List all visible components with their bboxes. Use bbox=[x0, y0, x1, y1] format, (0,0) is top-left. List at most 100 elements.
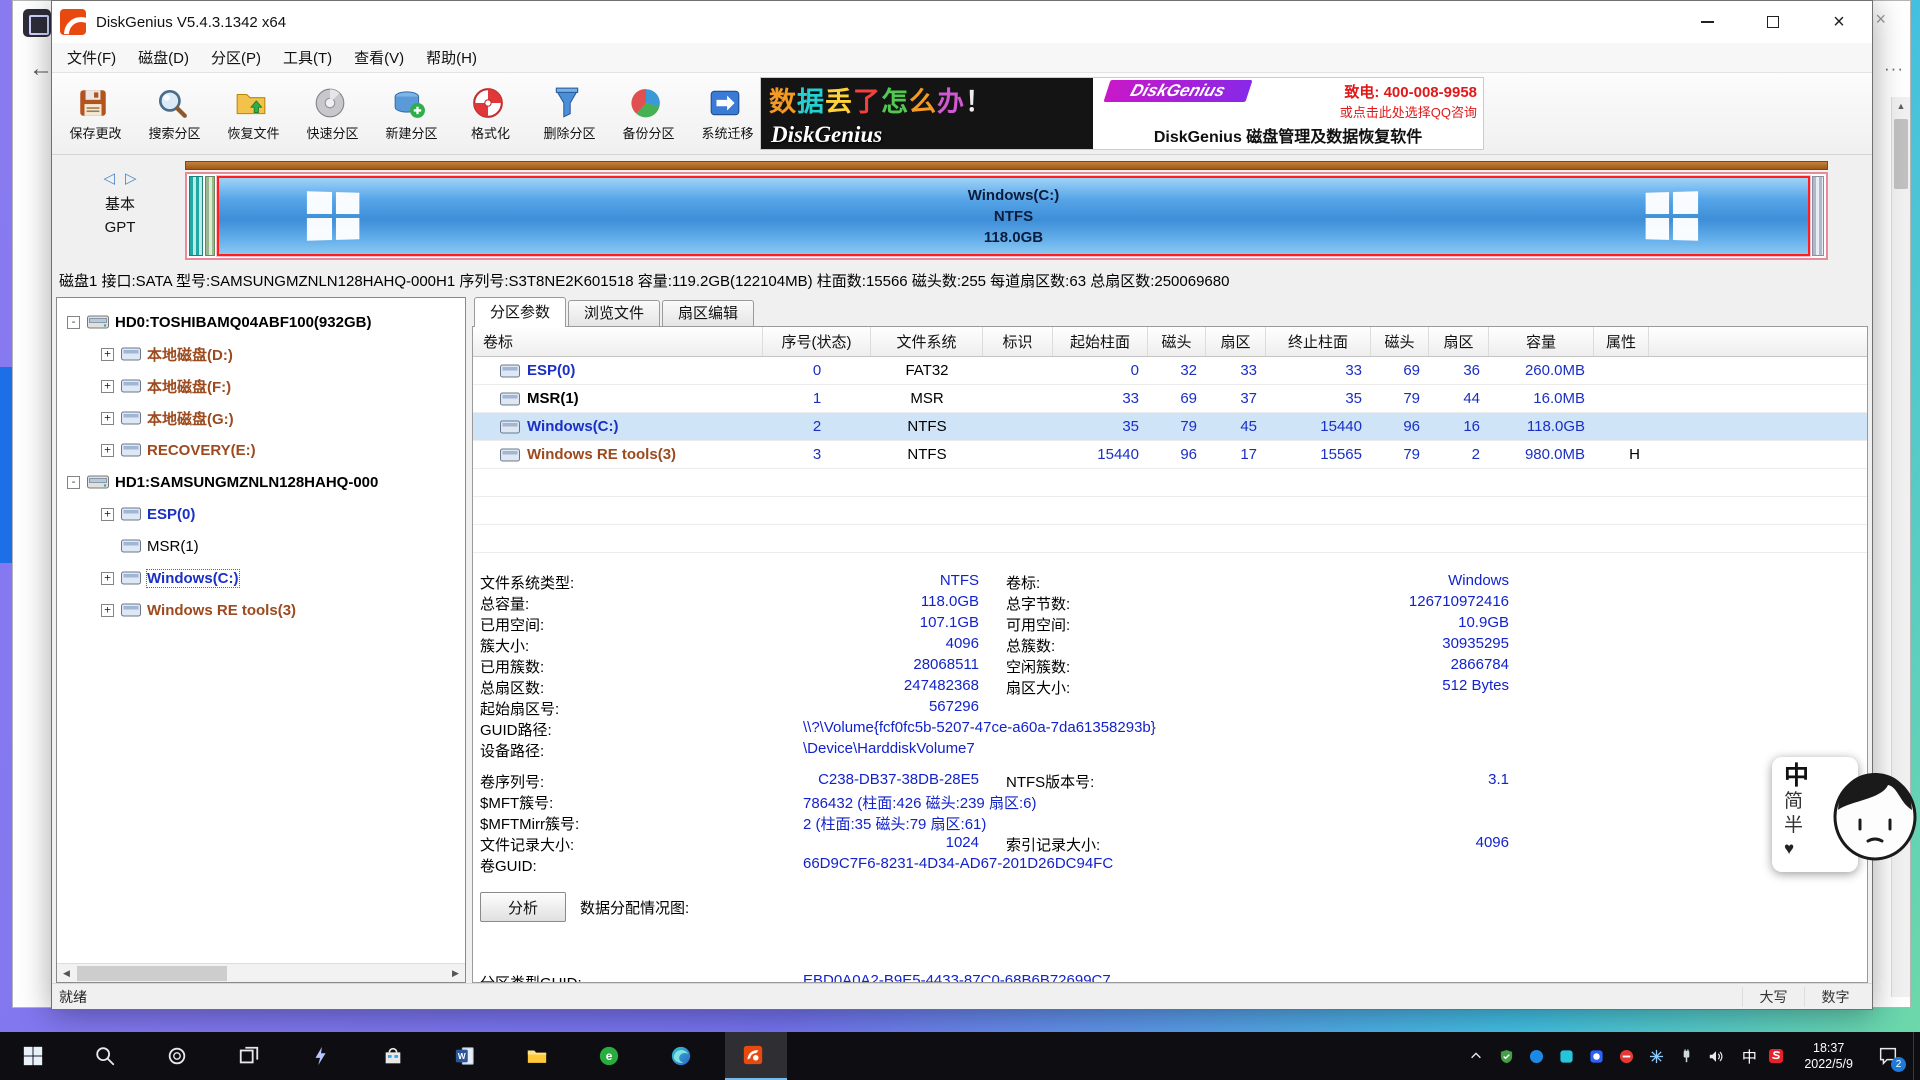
menu-item-2[interactable]: 磁盘(D) bbox=[127, 43, 200, 72]
tray-alert-icon[interactable] bbox=[1614, 1032, 1644, 1080]
browser-more-icon[interactable]: ··· bbox=[1884, 59, 1904, 79]
tree-expander-icon[interactable]: + bbox=[101, 348, 114, 361]
column-header[interactable]: 磁头 bbox=[1148, 327, 1206, 356]
browser-close-icon[interactable]: × bbox=[1875, 9, 1886, 30]
start-button[interactable] bbox=[5, 1032, 67, 1080]
recovery-partition-sliver[interactable] bbox=[1812, 176, 1824, 256]
analyze-button[interactable]: 分析 bbox=[480, 892, 566, 922]
partition-row-0[interactable]: ESP(0)0FAT3203233336936260.0MB bbox=[473, 357, 1867, 385]
edge-button[interactable] bbox=[653, 1032, 715, 1080]
tree-item-6[interactable]: +ESP(0) bbox=[57, 498, 465, 530]
tree-item-8[interactable]: +Windows(C:) bbox=[57, 562, 465, 594]
column-header[interactable]: 扇区 bbox=[1206, 327, 1266, 356]
scroll-right-arrow-icon[interactable]: ▶ bbox=[446, 964, 465, 983]
green-browser-button[interactable]: e bbox=[581, 1032, 643, 1080]
partition-row-1[interactable]: MSR(1)1MSR33693735794416.0MB bbox=[473, 385, 1867, 413]
partition-row-3[interactable]: Windows RE tools(3)3NTFS1544096171556579… bbox=[473, 441, 1867, 469]
ad-qq-link[interactable]: 或点击此处选择QQ咨询 bbox=[1340, 102, 1477, 121]
column-header[interactable]: 磁头 bbox=[1371, 327, 1429, 356]
file-explorer-button[interactable] bbox=[509, 1032, 571, 1080]
show-desktop-button[interactable] bbox=[1913, 1032, 1920, 1080]
column-header[interactable]: 卷标 bbox=[473, 327, 763, 356]
minimize-button[interactable] bbox=[1674, 1, 1740, 43]
scrollbar-up-arrow-icon[interactable]: ▲ bbox=[1892, 97, 1910, 116]
tree-item-0[interactable]: -HD0:TOSHIBAMQ04ABF100(932GB) bbox=[57, 306, 465, 338]
tray-note-icon[interactable] bbox=[1554, 1032, 1584, 1080]
tab-partition-params[interactable]: 分区参数 bbox=[474, 297, 566, 327]
maximize-button[interactable] bbox=[1740, 1, 1806, 43]
column-header[interactable]: 属性 bbox=[1594, 327, 1649, 356]
hidden-icons-chevron[interactable] bbox=[1464, 1032, 1494, 1080]
next-disk-arrow-icon[interactable]: ▷ bbox=[125, 170, 137, 187]
column-header[interactable]: 扇区 bbox=[1429, 327, 1489, 356]
scrollbar-thumb[interactable] bbox=[77, 966, 227, 981]
tree-expander-icon[interactable]: + bbox=[101, 380, 114, 393]
windows-partition-block[interactable]: Windows(C:) NTFS 118.0GB bbox=[217, 176, 1810, 256]
column-header[interactable]: 容量 bbox=[1489, 327, 1594, 356]
toolbar-format-button[interactable]: 格式化 bbox=[451, 77, 530, 151]
prev-disk-arrow-icon[interactable]: ◁ bbox=[103, 170, 115, 187]
volume-icon[interactable] bbox=[1704, 1032, 1734, 1080]
column-header[interactable]: 起始柱面 bbox=[1053, 327, 1148, 356]
cortana-button[interactable] bbox=[149, 1032, 211, 1080]
pinned-app-lightning[interactable] bbox=[293, 1032, 355, 1080]
tab-browse-files[interactable]: 浏览文件 bbox=[568, 300, 660, 327]
toolbar-system-migration-button[interactable]: 系统迁移 bbox=[688, 77, 767, 151]
tree-item-1[interactable]: +本地磁盘(D:) bbox=[57, 338, 465, 370]
menu-item-6[interactable]: 帮助(H) bbox=[415, 43, 488, 72]
toolbar-search-partition-button[interactable]: 搜索分区 bbox=[135, 77, 214, 151]
column-header[interactable]: 序号(状态) bbox=[763, 327, 871, 356]
column-header[interactable]: 标识 bbox=[983, 327, 1053, 356]
scroll-left-arrow-icon[interactable]: ◀ bbox=[57, 964, 76, 983]
tree-item-2[interactable]: +本地磁盘(F:) bbox=[57, 370, 465, 402]
ime-status-widget[interactable]: 中 简 半 ♥ bbox=[1772, 757, 1920, 875]
msr-partition-sliver[interactable] bbox=[205, 176, 215, 256]
menu-item-1[interactable]: 文件(F) bbox=[56, 43, 127, 72]
menu-item-3[interactable]: 分区(P) bbox=[200, 43, 272, 72]
action-center-button[interactable]: 2 bbox=[1863, 1032, 1913, 1080]
toolbar-backup-partition-button[interactable]: 备份分区 bbox=[609, 77, 688, 151]
tree-item-5[interactable]: -HD1:SAMSUNGMZNLN128HAHQ-000 bbox=[57, 466, 465, 498]
tray-messenger-icon[interactable] bbox=[1584, 1032, 1614, 1080]
tray-snowflake-icon[interactable] bbox=[1644, 1032, 1674, 1080]
tree-expander-icon[interactable]: + bbox=[101, 604, 114, 617]
ime-mode-indicator[interactable]: 中 bbox=[1734, 1032, 1764, 1080]
browser-back-icon[interactable]: ← bbox=[29, 55, 53, 83]
disk-partition-map[interactable]: Windows(C:) NTFS 118.0GB bbox=[185, 172, 1828, 260]
column-header[interactable]: 终止柱面 bbox=[1266, 327, 1371, 356]
tree-expander-icon[interactable]: + bbox=[101, 508, 114, 521]
toolbar-recover-files-button[interactable]: 恢复文件 bbox=[214, 77, 293, 151]
taskbar-clock[interactable]: 18:37 2022/5/9 bbox=[1794, 1032, 1863, 1080]
sogou-tray-icon[interactable] bbox=[1764, 1032, 1794, 1080]
tab-sector-edit[interactable]: 扇区编辑 bbox=[662, 300, 754, 327]
store-button[interactable] bbox=[365, 1032, 427, 1080]
toolbar-delete-partition-button[interactable]: 删除分区 bbox=[530, 77, 609, 151]
tree-item-9[interactable]: +Windows RE tools(3) bbox=[57, 594, 465, 626]
menu-item-4[interactable]: 工具(T) bbox=[272, 43, 343, 72]
tree-expander-icon[interactable]: - bbox=[67, 316, 80, 329]
scrollbar-thumb[interactable] bbox=[1894, 119, 1908, 189]
partition-row-2[interactable]: Windows(C:)2NTFS357945154409616118.0GB bbox=[473, 413, 1867, 441]
menu-item-5[interactable]: 查看(V) bbox=[343, 43, 415, 72]
tree-expander-icon[interactable]: - bbox=[67, 476, 80, 489]
search-button[interactable] bbox=[77, 1032, 139, 1080]
tree-item-4[interactable]: +RECOVERY(E:) bbox=[57, 434, 465, 466]
task-view-button[interactable] bbox=[221, 1032, 283, 1080]
tray-power-icon[interactable] bbox=[1674, 1032, 1704, 1080]
toolbar-save-button[interactable]: 保存更改 bbox=[56, 77, 135, 151]
tree-expander-icon[interactable]: + bbox=[101, 412, 114, 425]
toolbar-quick-partition-button[interactable]: 快速分区 bbox=[293, 77, 372, 151]
tree-item-3[interactable]: +本地磁盘(G:) bbox=[57, 402, 465, 434]
toolbar-new-partition-button[interactable]: 新建分区 bbox=[372, 77, 451, 151]
tree-item-7[interactable]: +MSR(1) bbox=[57, 530, 465, 562]
tree-expander-icon[interactable]: + bbox=[101, 572, 114, 585]
word-button[interactable]: W bbox=[437, 1032, 499, 1080]
esp-partition-sliver[interactable] bbox=[189, 176, 203, 256]
ad-banner[interactable]: 数据丢了怎么办！ DiskGenius DiskGenius 致电: 400-0… bbox=[760, 77, 1484, 150]
close-button[interactable]: × bbox=[1806, 1, 1872, 43]
tray-security-icon[interactable] bbox=[1494, 1032, 1524, 1080]
tree-expander-icon[interactable]: + bbox=[101, 444, 114, 457]
tree-horizontal-scrollbar[interactable]: ◀ ▶ bbox=[57, 963, 465, 982]
diskgenius-taskbar-button[interactable] bbox=[725, 1032, 787, 1080]
column-header[interactable]: 文件系统 bbox=[871, 327, 983, 356]
